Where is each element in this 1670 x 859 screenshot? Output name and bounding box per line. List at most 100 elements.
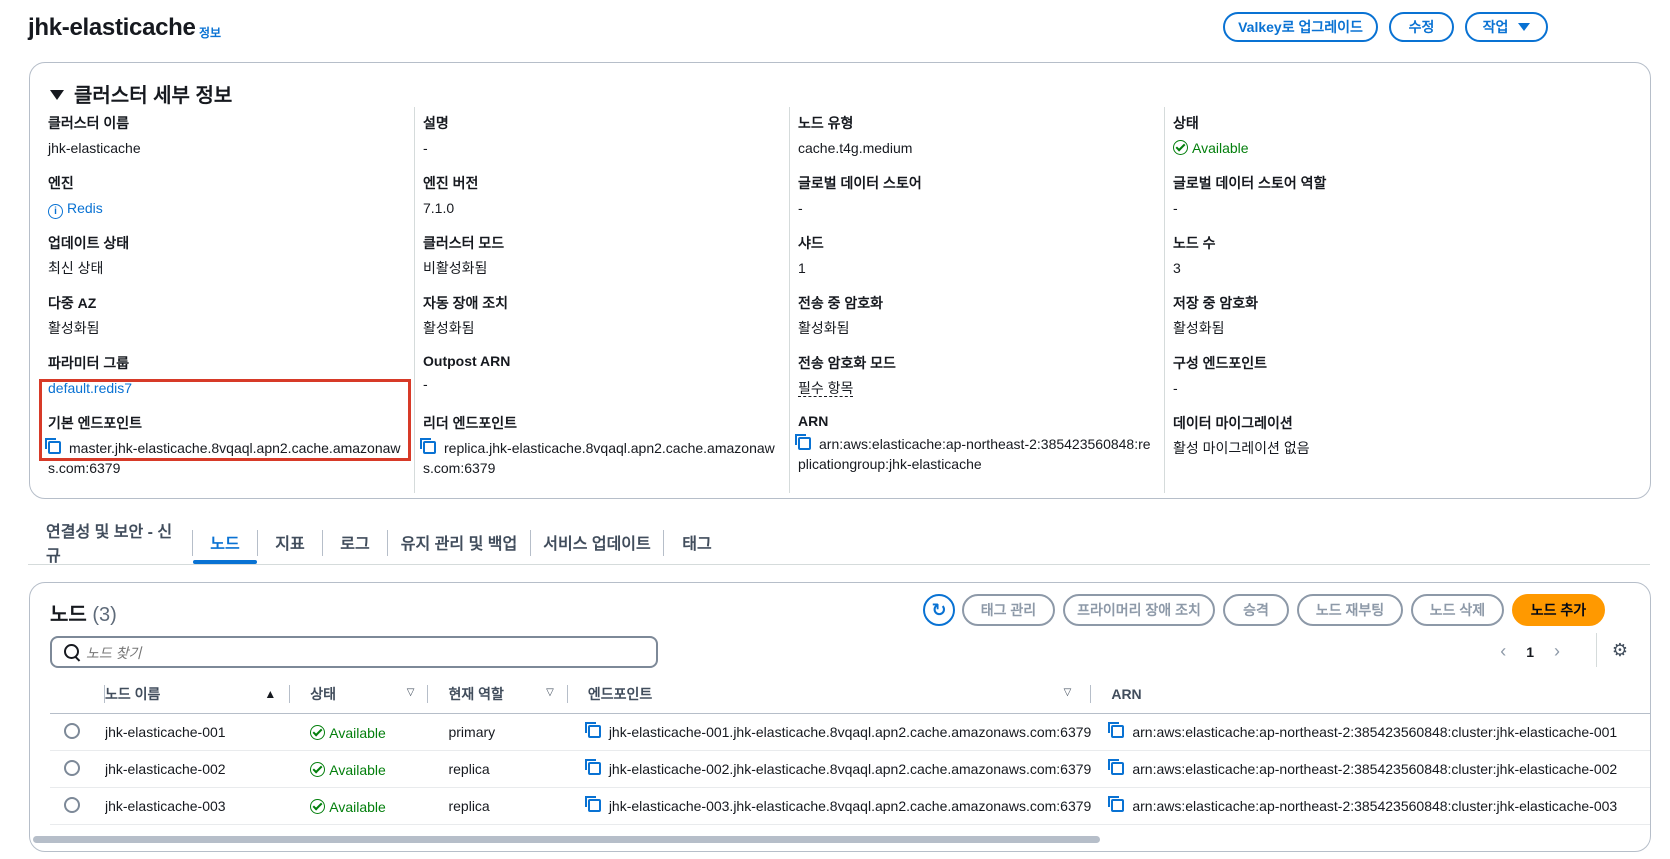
- column-header-current-role[interactable]: 현재 역할 ▽: [428, 675, 568, 714]
- upgrade-valkey-button[interactable]: Valkey로 업그레이드: [1223, 12, 1378, 42]
- details-column-4: 상태 Available 글로벌 데이터 스토어 역할 - 노드 수3 저장 중 암…: [1173, 113, 1553, 473]
- field-at-rest-encryption: 저장 중 암호화 활성화됨: [1173, 295, 1259, 336]
- field-node-type: 노드 유형 cache.t4g.medium: [798, 115, 913, 156]
- field-node-count: 노드 수3: [1173, 235, 1216, 276]
- tab-metrics[interactable]: 지표: [258, 520, 322, 564]
- page-header: jhk-elasticache 정보 Valkey로 업그레이드 수정 작업: [28, 12, 1650, 52]
- check-circle-icon: [310, 762, 326, 777]
- field-multi-az: 다중 AZ 활성화됨: [48, 295, 100, 336]
- copy-icon[interactable]: [1108, 759, 1125, 775]
- column-header-arn[interactable]: ARN: [1091, 675, 1650, 714]
- field-configuration-endpoint: 구성 엔드포인트 -: [1173, 355, 1268, 396]
- field-status: 상태 Available: [1173, 115, 1249, 156]
- field-transit-encryption-mode: 전송 암호화 모드 필수 항목: [798, 355, 896, 397]
- arn-cell: arn:aws:elasticache:ap-northeast-2:38542…: [1091, 750, 1650, 788]
- nodes-panel: 노드 (3) ↻ 태그 관리 프라이머리 장애 조치 승격 노드 재부팅 노드 …: [29, 582, 1651, 852]
- node-search: [50, 636, 658, 668]
- nodes-title: 노드 (3): [50, 604, 117, 626]
- divider: [414, 107, 415, 493]
- field-auto-failover: 자동 장애 조치 활성화됨: [423, 295, 509, 336]
- page-number[interactable]: 1: [1526, 644, 1534, 660]
- check-circle-icon: [310, 725, 326, 740]
- chevron-right-icon[interactable]: ›: [1554, 641, 1560, 662]
- nodes-table: 노드 이름 ▲ 상태 ▽ 현재 역할 ▽ 엔드포인트 ▽ ARN jhk-elastic…: [50, 675, 1650, 825]
- node-name-cell: jhk-elasticache-002: [104, 750, 291, 788]
- refresh-icon: ↻: [931, 599, 947, 620]
- arn-cell: arn:aws:elasticache:ap-northeast-2:38542…: [1091, 787, 1650, 825]
- check-circle-icon: [1173, 140, 1188, 155]
- tab-nodes[interactable]: 노드: [193, 520, 257, 564]
- details-column-2: 설명 - 엔진 버전 7.1.0 클러스터 모드 비활성화됨 자동 장애 조치 활성화됨…: [420, 113, 781, 476]
- field-engine: 엔진 i Redis: [48, 173, 406, 233]
- status-cell: Available: [290, 713, 429, 751]
- highlight-box: [39, 379, 411, 461]
- refresh-button[interactable]: ↻: [923, 594, 955, 626]
- engine-link[interactable]: i Redis: [48, 198, 406, 219]
- copy-icon[interactable]: [584, 759, 601, 775]
- page-title: jhk-elasticache: [28, 14, 196, 41]
- field-shards: 샤드 1: [798, 235, 824, 276]
- pagination: ‹ 1 ›: [1500, 641, 1560, 662]
- row-select-radio[interactable]: [64, 722, 80, 739]
- arn-cell: arn:aws:elasticache:ap-northeast-2:38542…: [1091, 713, 1650, 751]
- row-select-radio[interactable]: [64, 796, 80, 813]
- field-cluster-mode: 클러스터 모드 비활성화됨: [423, 235, 505, 276]
- column-header-endpoint[interactable]: 엔드포인트 ▽: [567, 675, 1092, 714]
- tab-connectivity-security[interactable]: 연결성 및 보안 - 신규: [46, 520, 176, 565]
- copy-icon[interactable]: [584, 796, 601, 812]
- endpoint-cell: jhk-elasticache-003.jhk-elasticache.8vqa…: [567, 787, 1092, 825]
- node-name-cell: jhk-elasticache-001: [104, 713, 291, 751]
- field-outpost-arn: Outpost ARN -: [423, 353, 511, 392]
- table-header-row: 노드 이름 ▲ 상태 ▽ 현재 역할 ▽ 엔드포인트 ▽ ARN: [50, 675, 1650, 714]
- field-data-migration: 데이터 마이그레이션 활성 마이그레이션 없음: [1173, 415, 1310, 456]
- sort-icon: ▽: [406, 687, 415, 698]
- copy-icon[interactable]: [420, 438, 436, 454]
- gear-icon[interactable]: ⚙: [1612, 640, 1628, 661]
- table-row[interactable]: jhk-elasticache-003 Available replica jh…: [50, 787, 1650, 825]
- edit-button[interactable]: 수정: [1389, 12, 1454, 42]
- tab-maintenance-backup[interactable]: 유지 관리 및 백업: [388, 520, 530, 564]
- endpoint-cell: jhk-elasticache-002.jhk-elasticache.8vqa…: [567, 750, 1092, 788]
- promote-button[interactable]: 승격: [1223, 594, 1289, 626]
- search-icon: [64, 644, 79, 659]
- field-engine-version: 엔진 버전 7.1.0: [423, 175, 479, 216]
- status-cell: Available: [290, 787, 429, 825]
- chevron-left-icon[interactable]: ‹: [1500, 641, 1506, 662]
- reboot-nodes-button[interactable]: 노드 재부팅: [1297, 594, 1403, 626]
- field-reader-endpoint: 리더 엔드포인트 replica.jhk-elasticache.8vqaql.a…: [420, 415, 775, 476]
- table-row[interactable]: jhk-elasticache-002 Available replica jh…: [50, 750, 1650, 788]
- tab-bar: 연결성 및 보안 - 신규 노드 지표 로그 유지 관리 및 백업 서비스 업데…: [28, 520, 1650, 565]
- manage-tags-button[interactable]: 태그 관리: [962, 594, 1055, 626]
- delete-nodes-button[interactable]: 노드 삭제: [1411, 594, 1504, 626]
- node-search-input[interactable]: [84, 642, 588, 664]
- column-header-node-name[interactable]: 노드 이름 ▲: [104, 675, 291, 714]
- divider: [1596, 633, 1597, 667]
- sort-icon: ▽: [1063, 687, 1072, 698]
- role-cell: primary: [428, 713, 568, 751]
- add-node-button[interactable]: 노드 추가: [1512, 594, 1605, 626]
- copy-icon[interactable]: [1108, 796, 1125, 812]
- endpoint-cell: jhk-elasticache-001.jhk-elasticache.8vqa…: [567, 713, 1092, 751]
- sort-ascending-icon: ▲: [264, 687, 277, 701]
- cluster-details-panel: 클러스터 세부 정보 클러스터 이름 jhk-elasticache 엔진 i Red…: [29, 62, 1651, 499]
- table-row[interactable]: jhk-elasticache-001 Available primary jh…: [50, 713, 1650, 751]
- field-global-datastore: 글로벌 데이터 스토어 -: [798, 175, 922, 216]
- horizontal-scrollbar[interactable]: [33, 836, 1100, 843]
- tab-tags[interactable]: 태그: [664, 520, 730, 564]
- field-global-datastore-role: 글로벌 데이터 스토어 역할 -: [1173, 175, 1327, 216]
- tab-logs[interactable]: 로그: [323, 520, 387, 564]
- node-name-cell: jhk-elasticache-003: [104, 787, 291, 825]
- column-header-status[interactable]: 상태 ▽: [290, 675, 429, 714]
- copy-icon[interactable]: [584, 722, 601, 738]
- copy-icon[interactable]: [1108, 722, 1125, 738]
- caret-down-icon: [50, 90, 64, 100]
- cluster-details-toggle[interactable]: 클러스터 세부 정보: [50, 79, 232, 108]
- info-link[interactable]: 정보: [199, 24, 221, 41]
- row-select-radio[interactable]: [64, 759, 80, 776]
- actions-dropdown-button[interactable]: 작업: [1465, 12, 1548, 42]
- divider: [789, 107, 790, 493]
- tab-service-updates[interactable]: 서비스 업데이트: [531, 520, 663, 564]
- primary-failover-button[interactable]: 프라이머리 장애 조치: [1063, 594, 1215, 626]
- copy-icon[interactable]: [795, 434, 811, 450]
- details-column-3: 노드 유형 cache.t4g.medium 글로벌 데이터 스토어 - 샤드 1 전…: [795, 113, 1156, 473]
